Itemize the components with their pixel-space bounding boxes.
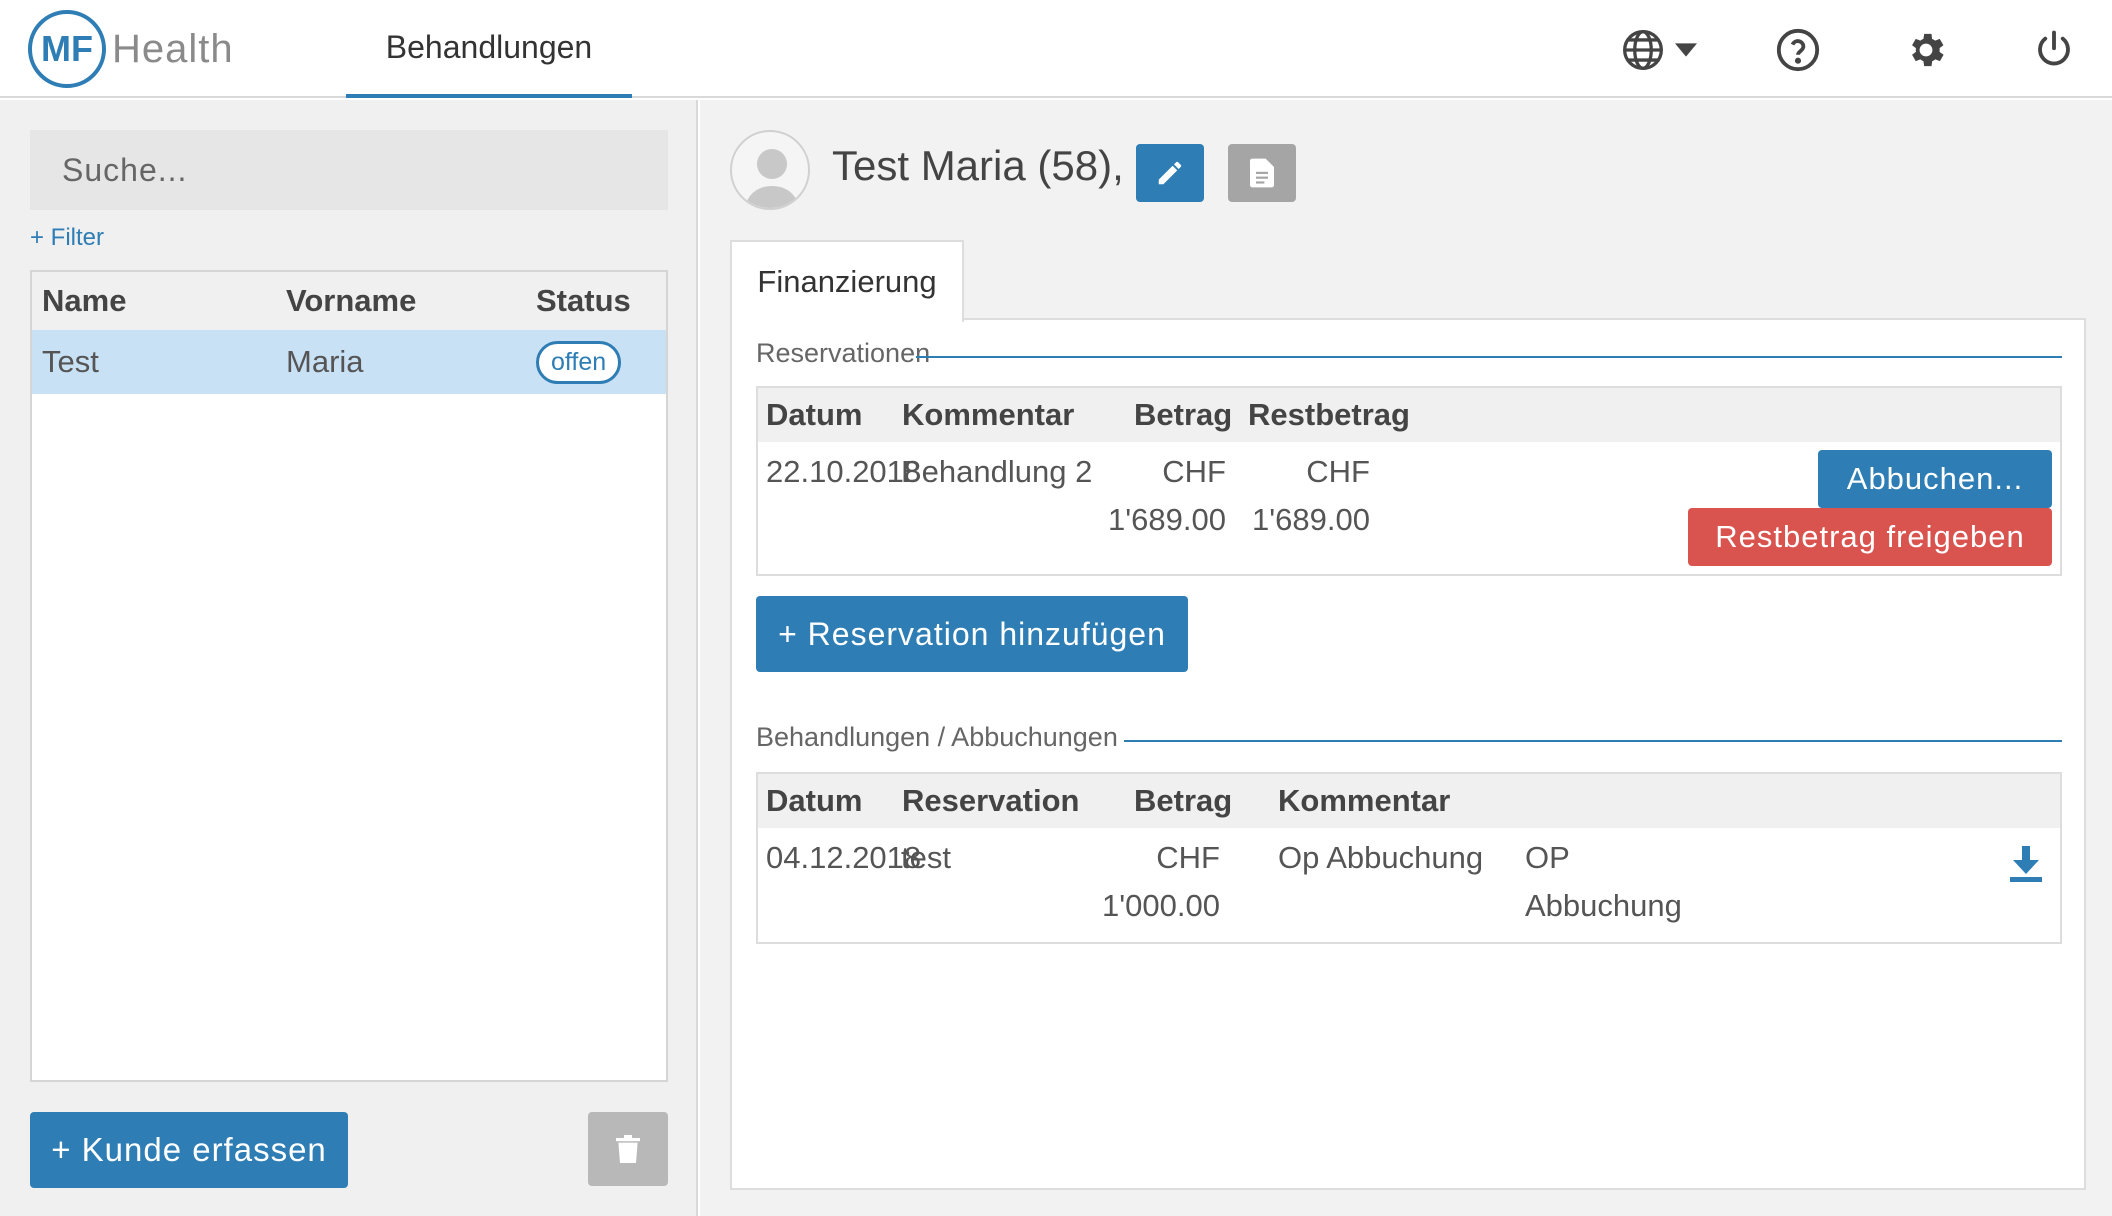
patient-detail: Test Maria (58), Finanzierung Reservatio…	[700, 100, 2112, 1216]
finanzierung-panel: Reservationen Datum Kommentar Betrag Res…	[730, 318, 2086, 1190]
caret-down-icon	[1675, 43, 1697, 57]
column-header-name[interactable]: Name	[32, 283, 286, 319]
cell-betrag: CHF 1'000.00	[1088, 834, 1220, 930]
avatar	[730, 130, 810, 210]
cell-datum: 04.12.2018	[766, 840, 922, 875]
tab-finanzierung[interactable]: Finanzierung	[730, 240, 964, 322]
cell-datum: 22.10.2018	[766, 454, 922, 489]
cell-vorname: Maria	[286, 344, 364, 379]
abbuchen-button[interactable]: Abbuchen...	[1818, 450, 2052, 508]
customer-table-header: Name Vorname Status	[32, 272, 666, 330]
cell-kommentar: Behandlung 2	[901, 454, 1093, 489]
download-icon	[2010, 846, 2042, 882]
document-line-2: Abbuchung	[1525, 888, 1682, 923]
treatments-table-header: Datum Reservation Betrag Kommentar	[758, 774, 2060, 828]
document-icon	[1250, 158, 1274, 188]
cell-document: OP Abbuchung	[1525, 834, 1682, 930]
power-icon	[2038, 30, 2070, 66]
column-header-betrag: Betrag	[1134, 397, 1233, 432]
table-row[interactable]: Test Maria offen	[32, 330, 666, 394]
section-divider	[1124, 740, 2062, 742]
column-header-restbetrag: Restbetrag	[1248, 397, 1410, 432]
column-header-vorname[interactable]: Vorname	[286, 283, 536, 319]
search-input[interactable]	[30, 130, 668, 210]
column-header-status[interactable]: Status	[536, 283, 666, 319]
treatments-table: Datum Reservation Betrag Kommentar 04.12…	[756, 772, 2062, 944]
column-header-datum: Datum	[766, 783, 863, 818]
cell-betrag: CHF 1'689.00	[1094, 448, 1226, 544]
patient-name: Test Maria (58),	[832, 142, 1124, 189]
restbetrag-value: 1'689.00	[1252, 502, 1370, 537]
customer-table: Name Vorname Status Test Maria offen	[30, 270, 668, 1082]
betrag-currency: CHF	[1162, 454, 1226, 489]
tab-behandlungen[interactable]: Behandlungen	[346, 0, 632, 98]
column-header-kommentar: Kommentar	[902, 397, 1075, 432]
logo-mark: MF	[28, 10, 106, 88]
restbetrag-currency: CHF	[1306, 454, 1370, 489]
document-button[interactable]	[1228, 144, 1296, 202]
customer-sidebar: + Filter Name Vorname Status Test Maria …	[0, 100, 698, 1216]
help-icon	[1776, 28, 1820, 72]
section-divider	[916, 356, 2062, 358]
table-row: 04.12.2018 test CHF 1'000.00 Op Abbuchun…	[758, 828, 2060, 942]
settings-button[interactable]	[1898, 22, 1954, 78]
add-reservation-button[interactable]: + Reservation hinzufügen	[756, 596, 1188, 672]
gear-icon	[1912, 33, 1944, 67]
app-logo[interactable]: MF Health	[28, 8, 234, 90]
betrag-currency: CHF	[1156, 840, 1220, 875]
delete-button[interactable]	[588, 1112, 668, 1186]
column-header-kommentar: Kommentar	[1278, 783, 1451, 818]
betrag-value: 1'000.00	[1102, 888, 1220, 923]
filter-link[interactable]: + Filter	[30, 224, 104, 252]
user-silhouette-icon	[744, 149, 800, 208]
download-button[interactable]	[2010, 846, 2046, 886]
reservations-table: Datum Kommentar Betrag Restbetrag 22.10.…	[756, 386, 2062, 576]
language-menu[interactable]	[1614, 22, 1704, 78]
section-title-behandlungen: Behandlungen / Abbuchungen	[756, 722, 1118, 752]
logo-text: Health	[112, 26, 234, 71]
cell-kommentar: Op Abbuchung	[1278, 840, 1484, 875]
restbetrag-freigeben-button[interactable]: Restbetrag freigeben	[1688, 508, 2052, 566]
status-badge: offen	[536, 340, 622, 384]
globe-icon	[1623, 30, 1663, 70]
pencil-icon	[1158, 161, 1182, 185]
cell-name: Test	[42, 344, 99, 379]
trash-icon	[616, 1135, 640, 1163]
help-button[interactable]	[1770, 22, 1826, 78]
add-customer-button[interactable]: + Kunde erfassen	[30, 1112, 348, 1188]
cell-status: offen	[536, 340, 666, 384]
column-header-reservation: Reservation	[902, 783, 1080, 818]
logout-button[interactable]	[2026, 22, 2082, 78]
app-header: MF Health Behandlungen	[0, 0, 2112, 98]
column-header-datum: Datum	[766, 397, 863, 432]
column-header-betrag: Betrag	[1134, 783, 1233, 818]
cell-reservation: test	[901, 840, 951, 875]
edit-patient-button[interactable]	[1136, 144, 1204, 202]
betrag-value: 1'689.00	[1108, 502, 1226, 537]
section-title-reservationen: Reservationen	[756, 338, 931, 368]
document-line-1: OP	[1525, 840, 1570, 875]
cell-restbetrag: CHF 1'689.00	[1238, 448, 1370, 544]
reservations-table-header: Datum Kommentar Betrag Restbetrag	[758, 388, 2060, 442]
